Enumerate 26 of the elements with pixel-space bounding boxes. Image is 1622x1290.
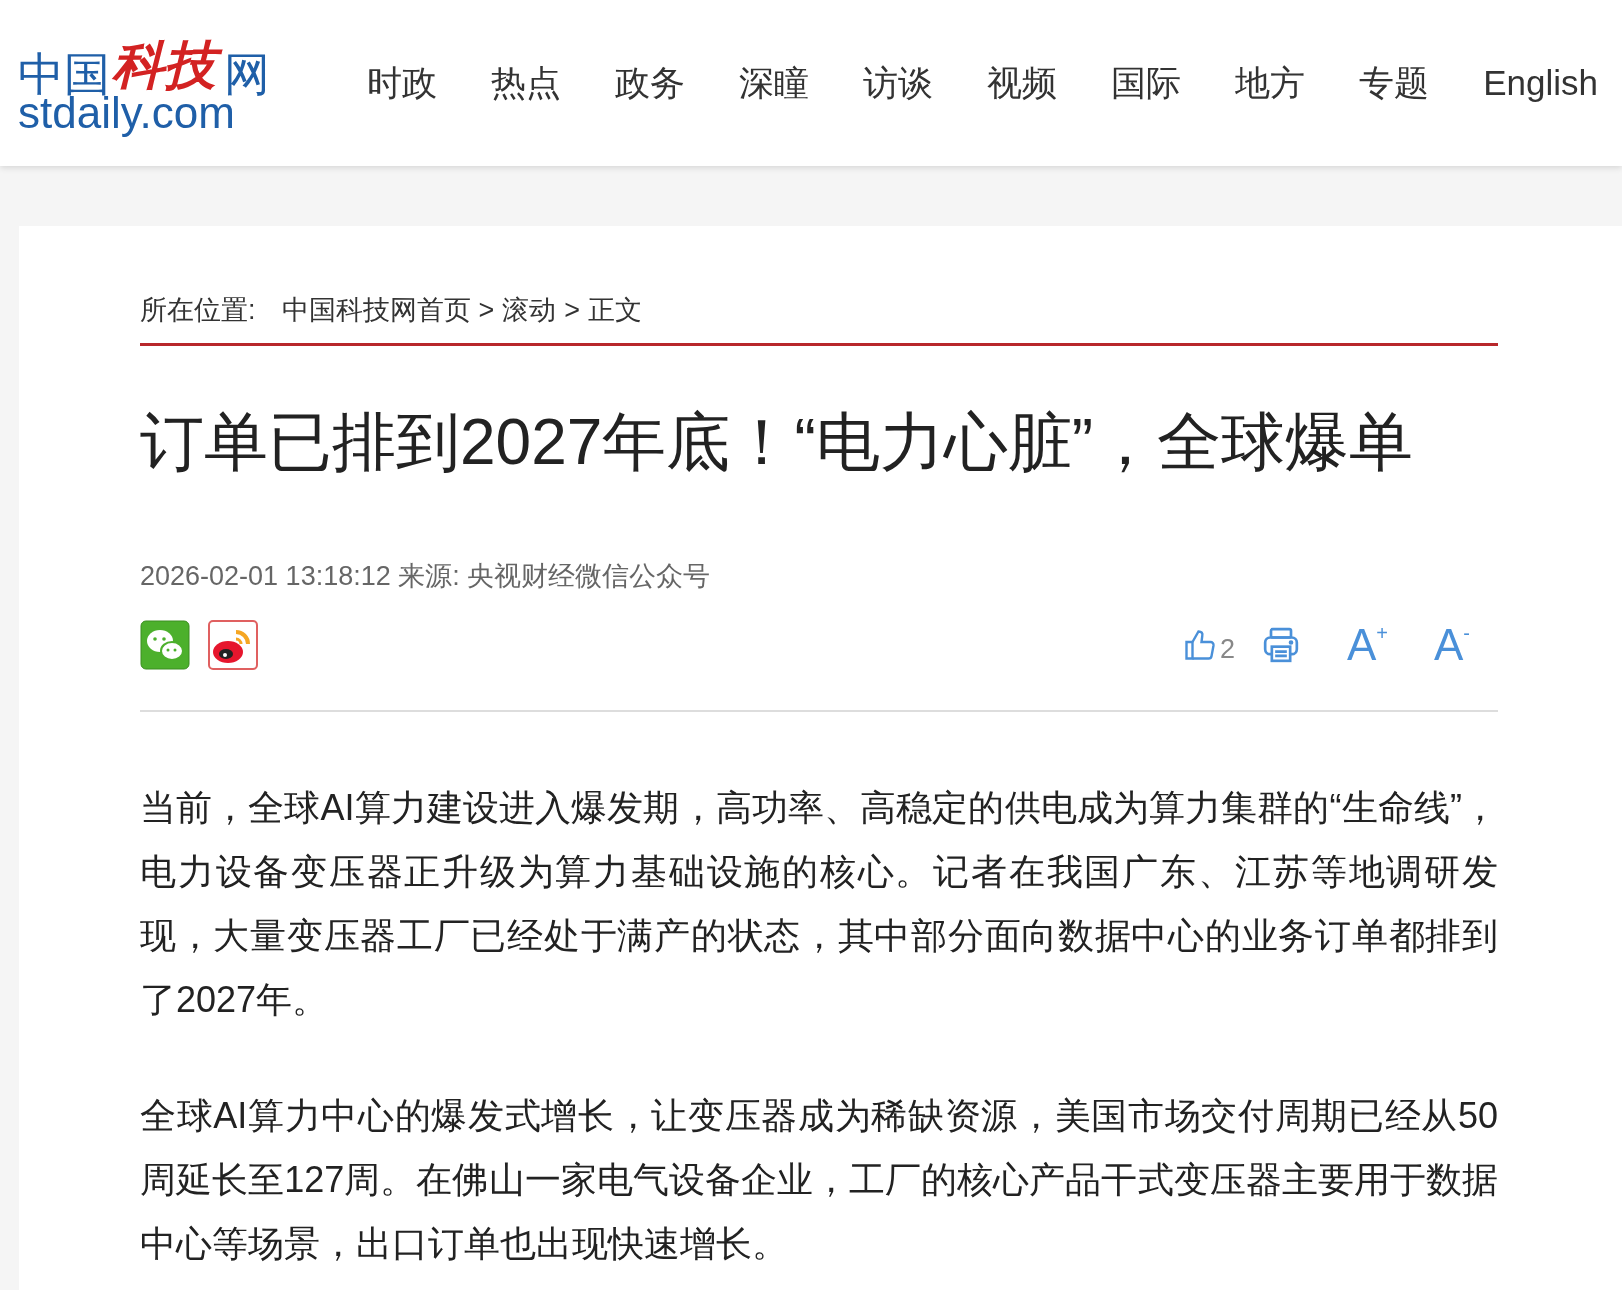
breadcrumb-separator: > (564, 294, 581, 327)
nav-link[interactable]: 时政 (367, 56, 438, 110)
breadcrumb-link[interactable]: 中国科技网首页 (281, 290, 471, 331)
like-count: 2 (1219, 636, 1235, 663)
article-title: 订单已排到2027年底！“电力心脏”，全球爆单 (140, 404, 1414, 480)
logo-text: 科技 (110, 31, 224, 97)
breadcrumb-link[interactable]: 滚动 (502, 290, 557, 331)
nav-link[interactable]: 地方 (1235, 56, 1306, 110)
nav-link[interactable]: 视频 (987, 56, 1058, 110)
article-paragraph: 当前，全球AI算力建设进入爆发期，高功率、高稳定的供电成为算力集群的“生命线”，电力设备变压器正升级为算力基础设施的核心。记者在我国广东、江苏等地调研发现，大量变压器工厂已经处于满产的状态，其中部分面向数据中心的业务订单都排到了2027年。 (140, 786, 1498, 1022)
nav-link[interactable]: 热点 (491, 56, 562, 110)
weibo-share-icon[interactable] (208, 620, 258, 670)
logo-text: 网 (224, 50, 270, 97)
nav-link[interactable]: 专题 (1359, 56, 1430, 110)
article-paragraph: 全球AI算力中心的爆发式增长，让变压器成为稀缺资源，美国市场交付周期已经从50周延长至127周。在佛山一家电气设备企业，工厂的核心产品干式变压器主要用于数据中心等场景，出口订单也出现快速增长。 (140, 1094, 1498, 1266)
article-meta: 2026-02-01 13:18:12 来源: 央视财经微信公众号 (140, 559, 712, 593)
nav-link[interactable]: 深瞳 (739, 56, 810, 110)
logo-text: 中国 (18, 50, 110, 97)
breadcrumb-link[interactable]: 正文 (588, 290, 643, 331)
breadcrumb-label: 所在位置: (140, 294, 256, 327)
nav-link[interactable]: 访谈 (863, 56, 934, 110)
nav-link[interactable]: 政务 (615, 56, 686, 110)
nav-link[interactable]: 国际 (1111, 56, 1182, 110)
nav-link[interactable]: English (1483, 56, 1598, 110)
breadcrumb-separator: > (478, 294, 495, 327)
wechat-share-icon[interactable] (140, 620, 190, 670)
